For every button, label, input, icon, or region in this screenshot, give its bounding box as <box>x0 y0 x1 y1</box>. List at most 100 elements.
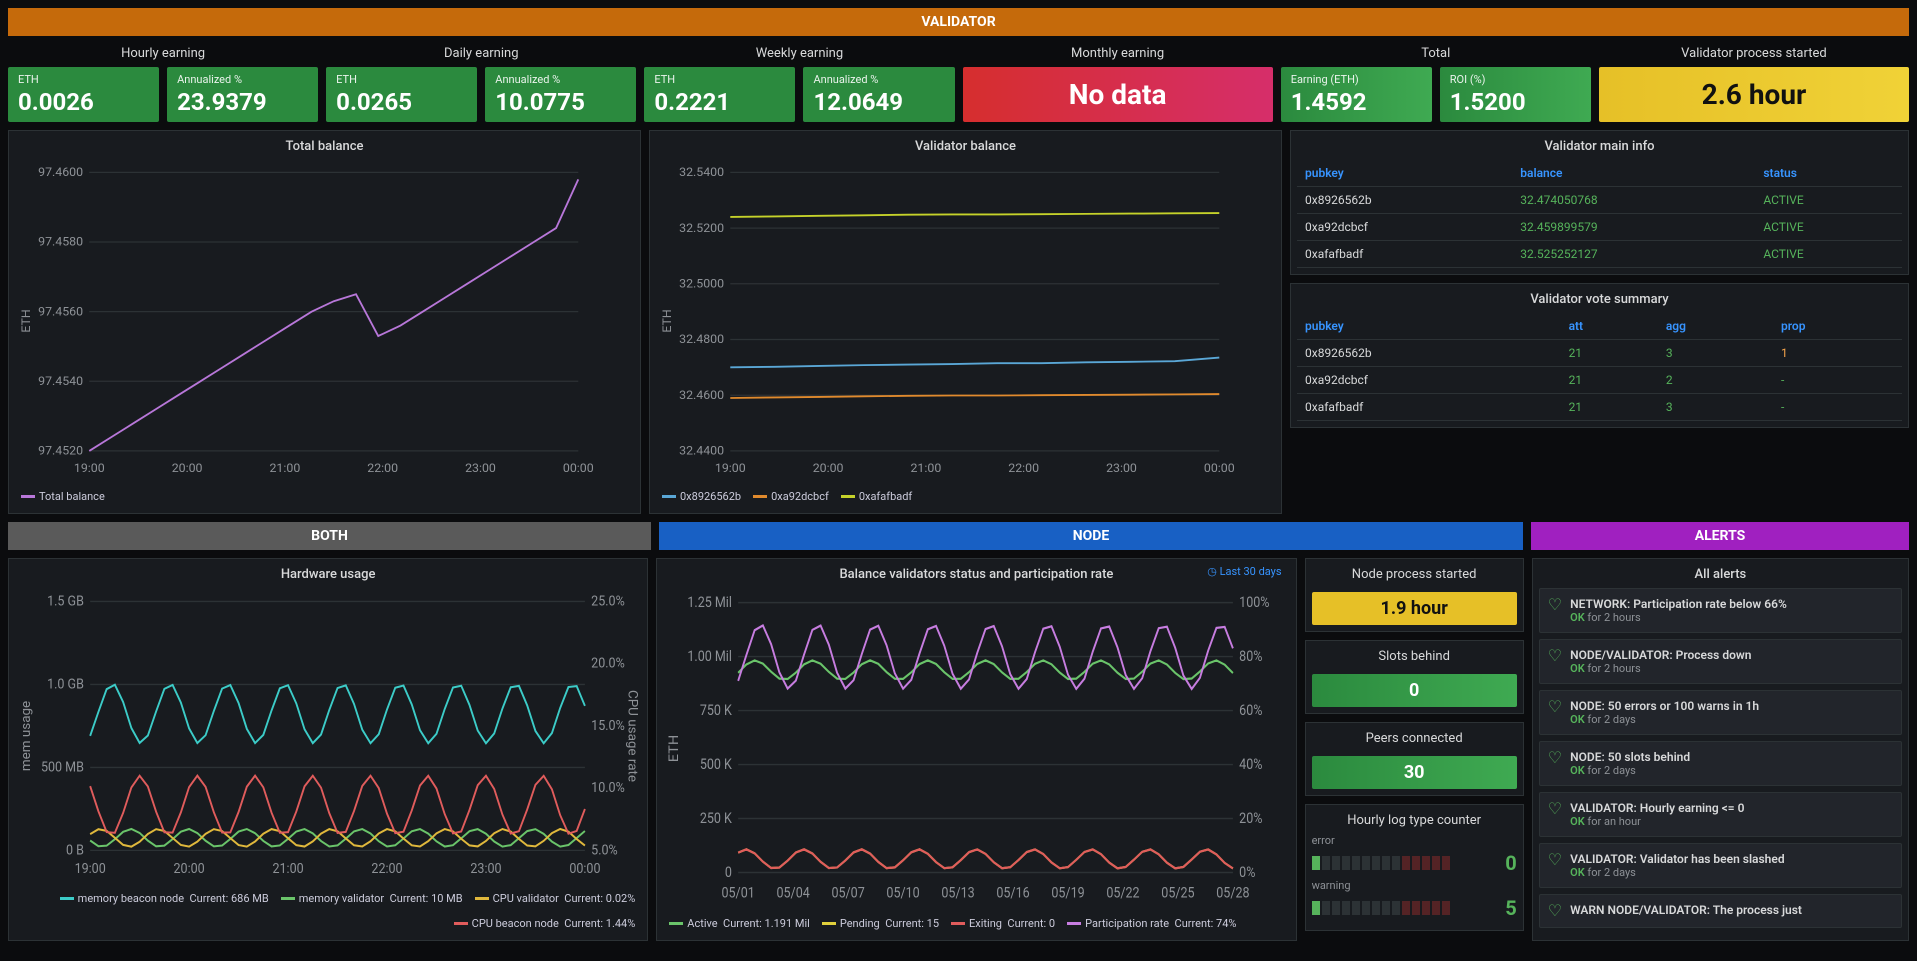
stat-title-total: Total <box>1281 44 1591 63</box>
table-vote-summary: pubkeyattaggprop0x8926562b21310xa92dcbcf… <box>1297 313 1902 421</box>
svg-text:22:00: 22:00 <box>371 862 402 878</box>
svg-text:23:00: 23:00 <box>470 862 501 878</box>
svg-text:19:00: 19:00 <box>715 462 746 476</box>
banner-node: NODE <box>659 522 1523 550</box>
alert-item[interactable]: ♡ WARN NODE/VALIDATOR: The process just <box>1539 894 1902 928</box>
stat-title-weekly: Weekly earning <box>644 44 954 63</box>
svg-text:20%: 20% <box>1239 810 1262 827</box>
panel-title: Hardware usage <box>15 565 641 584</box>
svg-text:05/13: 05/13 <box>942 884 975 901</box>
svg-text:0: 0 <box>725 864 732 881</box>
svg-text:05/04: 05/04 <box>777 884 811 901</box>
chart-total-balance: 97.452097.454097.456097.458097.460019:00… <box>15 160 634 482</box>
legend: Active Current: 1.191 MilPending Current… <box>663 913 1289 934</box>
svg-text:15.0%: 15.0% <box>591 718 625 734</box>
svg-text:32.5000: 32.5000 <box>679 278 724 292</box>
svg-text:05/16: 05/16 <box>997 884 1030 901</box>
chart-validator-balance: 32.440032.460032.480032.500032.520032.54… <box>656 160 1275 482</box>
alerts-list: ♡ NETWORK: Participation rate below 66% … <box>1539 588 1902 934</box>
svg-text:500 K: 500 K <box>700 756 732 773</box>
svg-text:ETH: ETH <box>667 735 682 763</box>
panel-total-balance[interactable]: Total balance 97.4520 97.4540 97.4560 97.45… <box>8 130 641 514</box>
svg-text:60%: 60% <box>1239 702 1262 719</box>
svg-text:97.4560: 97.4560 <box>38 305 83 319</box>
svg-text:25.0%: 25.0% <box>591 594 625 610</box>
svg-text:23:00: 23:00 <box>1106 462 1137 476</box>
svg-text:1.0 GB: 1.0 GB <box>47 677 84 693</box>
gauge-error <box>1312 856 1487 870</box>
panel-validator-balance[interactable]: Validator balance 32.440032.460032.48003… <box>649 130 1282 514</box>
alert-item[interactable]: ♡ VALIDATOR: Validator has been slashed … <box>1539 843 1902 888</box>
heart-icon: ♡ <box>1548 903 1562 919</box>
svg-text:1.5 GB: 1.5 GB <box>47 594 84 610</box>
banner-validator: VALIDATOR <box>8 8 1909 36</box>
svg-text:80%: 80% <box>1239 648 1262 665</box>
svg-text:5.0%: 5.0% <box>591 843 618 859</box>
stat-total-earn: Earning (ETH) 1.4592 <box>1281 67 1432 122</box>
heart-icon: ♡ <box>1548 597 1562 613</box>
svg-text:21:00: 21:00 <box>272 862 303 878</box>
table-main-info: pubkeybalancestatus0x8926562b32.47405076… <box>1297 160 1902 268</box>
chart-hardware: 0 B500 MB1.0 GB1.5 GB5.0%10.0%15.0%20.0%… <box>15 588 641 884</box>
svg-text:97.4520: 97.4520 <box>38 445 83 459</box>
heart-icon: ♡ <box>1548 801 1562 817</box>
svg-text:05/22: 05/22 <box>1107 884 1141 901</box>
heart-icon: ♡ <box>1548 750 1562 766</box>
panel-log-counter: Hourly log type counter error 0 warning … <box>1305 804 1524 931</box>
svg-text:250 K: 250 K <box>700 810 732 827</box>
stat-title-hourly: Hourly earning <box>8 44 318 63</box>
panel-node-process: Node process started 1.9 hour <box>1305 558 1524 632</box>
panel-title: Validator balance <box>656 137 1275 156</box>
legend: memory beacon node Current: 686 MBmemory… <box>15 888 641 934</box>
error-count: 0 <box>1493 851 1517 875</box>
svg-text:97.4540: 97.4540 <box>38 375 83 389</box>
stat-weekly-eth: ETH 0.2221 <box>644 67 795 122</box>
panel-title: All alerts <box>1539 565 1902 584</box>
svg-text:32.5200: 32.5200 <box>679 222 724 236</box>
svg-text:97.4580: 97.4580 <box>38 236 83 250</box>
peers-value: 30 <box>1312 756 1517 789</box>
panel-title: Total balance <box>15 137 634 156</box>
panel-participation[interactable]: Balance validators status and participat… <box>656 558 1296 941</box>
svg-text:23:00: 23:00 <box>465 462 496 476</box>
svg-text:20:00: 20:00 <box>174 862 205 878</box>
svg-text:40%: 40% <box>1239 756 1262 773</box>
svg-text:05/25: 05/25 <box>1162 884 1196 901</box>
svg-text:00:00: 00:00 <box>1204 462 1235 476</box>
svg-text:22:00: 22:00 <box>367 462 398 476</box>
svg-text:32.4400: 32.4400 <box>679 445 724 459</box>
panel-title: Validator vote summary <box>1297 290 1902 309</box>
stat-title-uptime: Validator process started <box>1599 44 1909 63</box>
svg-text:mem usage: mem usage <box>19 701 33 771</box>
chart-participation: 0250 K500 K750 K1.00 Mil1.25 Mil0%20%40%… <box>663 588 1289 909</box>
stat-monthly-nodata: No data <box>963 67 1273 122</box>
svg-text:ETH: ETH <box>20 309 34 332</box>
alert-item[interactable]: ♡ NODE: 50 slots behind OK for 2 days <box>1539 741 1902 786</box>
alert-item[interactable]: ♡ VALIDATOR: Hourly earning <= 0 OK for … <box>1539 792 1902 837</box>
svg-text:500 MB: 500 MB <box>41 760 84 776</box>
svg-text:1.00 Mil: 1.00 Mil <box>688 648 733 665</box>
svg-text:00:00: 00:00 <box>563 462 594 476</box>
svg-text:21:00: 21:00 <box>910 462 941 476</box>
gauge-warn <box>1312 901 1487 915</box>
svg-text:21:00: 21:00 <box>269 462 300 476</box>
legend: Total balance <box>15 486 634 507</box>
svg-text:1.25 Mil: 1.25 Mil <box>688 594 733 611</box>
stat-daily-ann: Annualized % 10.0775 <box>485 67 636 122</box>
svg-text:20:00: 20:00 <box>172 462 203 476</box>
warn-count: 5 <box>1493 896 1517 920</box>
stat-title-daily: Daily earning <box>326 44 636 63</box>
alert-item[interactable]: ♡ NODE/VALIDATOR: Process down OK for 2 … <box>1539 639 1902 684</box>
time-range-link[interactable]: ◷ Last 30 days <box>1207 565 1281 578</box>
svg-text:05/19: 05/19 <box>1052 884 1085 901</box>
alert-item[interactable]: ♡ NETWORK: Participation rate below 66% … <box>1539 588 1902 633</box>
svg-text:20:00: 20:00 <box>813 462 844 476</box>
alert-item[interactable]: ♡ NODE: 50 errors or 100 warns in 1h OK … <box>1539 690 1902 735</box>
panel-alerts: All alerts ♡ NETWORK: Participation rate… <box>1532 558 1909 941</box>
node-process-value: 1.9 hour <box>1312 592 1517 625</box>
svg-text:05/01: 05/01 <box>722 884 755 901</box>
panel-hardware[interactable]: Hardware usage 0 B 500 MB 1.0 GB 1.5 GB 5.0%… <box>8 558 648 941</box>
svg-text:05/10: 05/10 <box>887 884 920 901</box>
svg-text:100%: 100% <box>1239 594 1269 611</box>
svg-text:0 B: 0 B <box>66 843 84 859</box>
